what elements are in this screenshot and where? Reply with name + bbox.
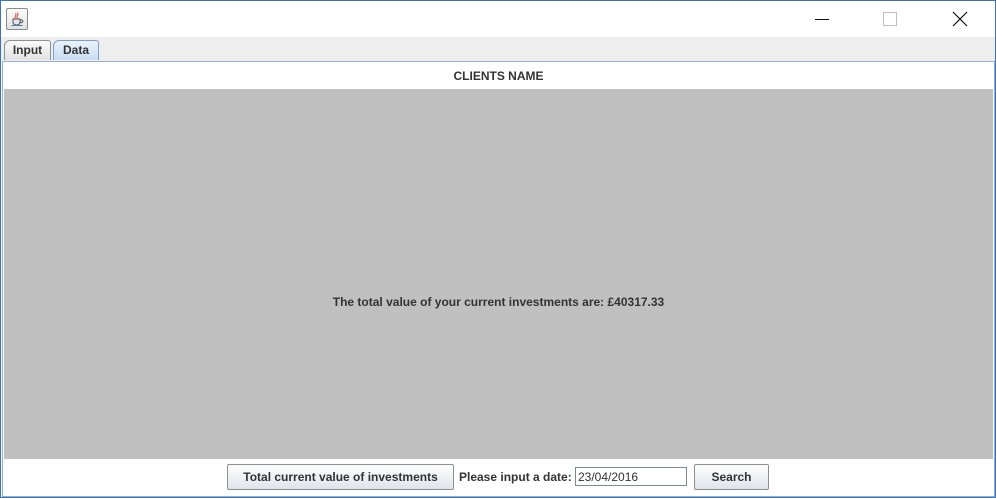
- tab-strip: Input Data: [1, 37, 995, 61]
- maximize-button[interactable]: [867, 1, 913, 37]
- java-cup-icon[interactable]: [6, 8, 28, 30]
- date-label: Please input a date:: [459, 470, 572, 484]
- action-bar: Total current value of investments Pleas…: [3, 459, 994, 496]
- search-button[interactable]: Search: [694, 464, 769, 490]
- data-tab-panel: CLIENTS NAME The total value of your cur…: [2, 61, 995, 497]
- results-panel: The total value of your current investme…: [4, 89, 993, 459]
- minimize-button[interactable]: [799, 1, 845, 37]
- tab-data[interactable]: Data: [53, 40, 99, 60]
- minimize-icon: [815, 19, 829, 20]
- date-input[interactable]: [575, 467, 687, 486]
- close-button[interactable]: [937, 1, 983, 37]
- total-value-button[interactable]: Total current value of investments: [227, 464, 454, 490]
- title-bar[interactable]: [1, 1, 995, 37]
- tab-input[interactable]: Input: [4, 40, 51, 60]
- application-window: Input Data CLIENTS NAME The total value …: [0, 0, 996, 498]
- close-icon: [952, 11, 968, 27]
- clients-name-label: CLIENTS NAME: [453, 69, 544, 83]
- total-value-message: The total value of your current investme…: [332, 295, 665, 309]
- maximize-icon: [883, 12, 897, 26]
